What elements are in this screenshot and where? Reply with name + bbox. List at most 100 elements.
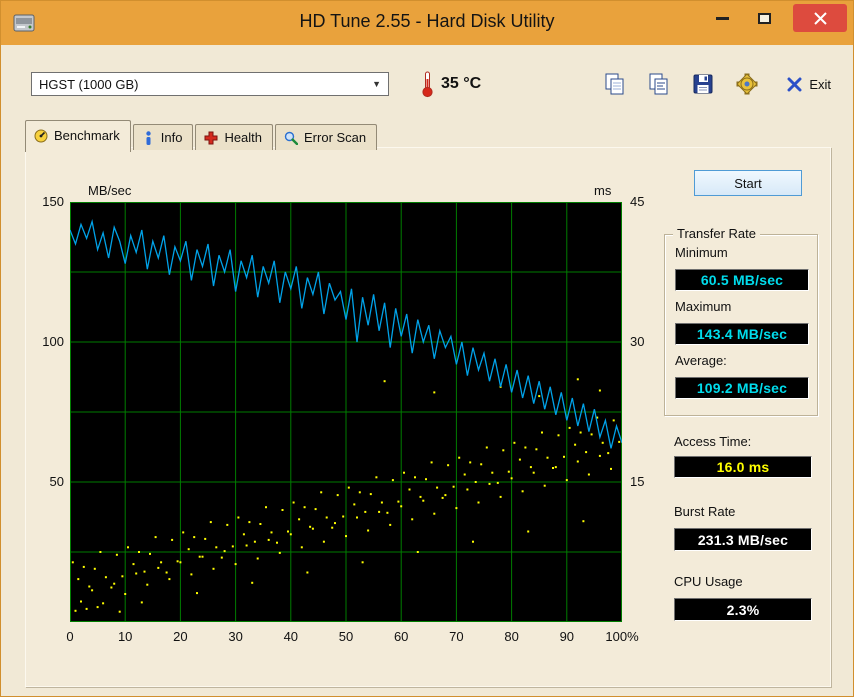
access-time-dot <box>513 441 516 444</box>
access-time-dot <box>364 510 367 513</box>
access-time-dot <box>452 485 455 488</box>
access-time-dot <box>303 506 306 509</box>
access-time-dot <box>576 460 579 463</box>
access-time-dot <box>124 593 127 595</box>
access-time-dot <box>196 592 198 595</box>
access-time-dot <box>309 525 312 528</box>
access-time-dot <box>204 537 207 540</box>
access-time-dot <box>306 571 309 574</box>
minimum-value-box: 60.5 MB/sec <box>675 269 809 291</box>
access-time-dot <box>77 578 80 581</box>
options-icon <box>736 73 758 95</box>
access-time-dot <box>93 567 96 570</box>
copy-screenshot-button[interactable] <box>601 71 629 97</box>
app-window: HD Tune 2.55 - Hard Disk Utility HGST (1… <box>0 0 854 697</box>
burst-rate-value: 231.3 MB/sec <box>697 531 789 548</box>
benchmark-chart <box>69 202 623 622</box>
left-axis-tick: 50 <box>49 474 64 489</box>
access-time-dot <box>568 426 571 429</box>
access-time-dot <box>496 481 499 484</box>
tab-label: Benchmark <box>54 128 120 143</box>
access-time-dot <box>416 551 419 553</box>
access-time-dot <box>193 536 196 539</box>
x-axis-tick: 80 <box>504 629 519 644</box>
average-label: Average: <box>675 353 727 368</box>
access-time-dot <box>96 606 99 609</box>
tab-health[interactable]: Health <box>195 124 274 150</box>
access-time-dot <box>408 488 411 491</box>
tab-benchmark[interactable]: Benchmark <box>25 120 131 152</box>
access-time-dot <box>590 433 593 436</box>
minimum-label: Minimum <box>675 245 728 260</box>
access-time-dot <box>334 522 336 525</box>
access-time-dot <box>529 466 532 469</box>
access-time-dot <box>375 476 378 479</box>
tab-strip: Benchmark Info Health Error Scan <box>25 120 379 152</box>
tab-label: Health <box>224 130 263 145</box>
access-time-dot <box>403 471 405 474</box>
access-time-value: 16.0 ms <box>716 459 770 475</box>
minimize-icon <box>715 16 729 20</box>
access-time-dot <box>102 602 105 605</box>
exit-button[interactable]: Exit <box>787 77 831 92</box>
copy-text-button[interactable] <box>645 71 673 97</box>
access-time-dot <box>121 575 124 578</box>
tab-info[interactable]: Info <box>132 124 194 150</box>
maximum-value-box: 143.4 MB/sec <box>675 323 809 345</box>
access-time-dot <box>554 466 557 469</box>
access-time-dot <box>386 511 389 514</box>
exit-x-icon <box>787 77 802 91</box>
access-time-dot <box>518 458 521 461</box>
start-button[interactable]: Start <box>694 170 802 196</box>
access-time-dot <box>546 456 549 459</box>
access-time-dot <box>524 446 527 449</box>
access-time-dot <box>441 496 444 499</box>
average-value: 109.2 MB/sec <box>696 380 788 396</box>
cpu-usage-value: 2.3% <box>726 601 760 618</box>
access-time-dot <box>198 555 201 558</box>
cpu-usage-value-box: 2.3% <box>674 598 812 621</box>
access-time-label: Access Time: <box>674 434 752 449</box>
access-time-dot <box>154 536 157 539</box>
access-time-dot <box>223 550 226 553</box>
access-time-dot <box>585 451 588 454</box>
access-time-dot <box>502 449 505 452</box>
access-time-dot <box>85 607 88 610</box>
access-time-dot <box>607 452 610 455</box>
drive-select[interactable]: HGST (1000 GB) ▼ <box>31 72 389 96</box>
minimize-button[interactable] <box>701 4 743 32</box>
access-time-dot <box>110 586 113 589</box>
access-time-dot <box>212 567 215 570</box>
access-time-dot <box>146 583 149 586</box>
access-time-dot <box>251 581 254 584</box>
access-time-dot <box>115 553 118 556</box>
access-time-dot <box>358 491 361 494</box>
access-time-dot <box>612 419 615 422</box>
maximize-button[interactable] <box>743 4 785 32</box>
x-axis-tick: 100% <box>605 629 639 644</box>
burst-rate-value-box: 231.3 MB/sec <box>674 528 812 551</box>
access-time-dot <box>389 523 392 526</box>
save-screenshot-button[interactable] <box>689 71 717 97</box>
access-time-dot <box>610 467 612 470</box>
access-time-dot <box>289 533 292 536</box>
access-time-dot <box>598 389 601 392</box>
access-time-dot <box>574 443 577 446</box>
access-time-dot <box>472 540 474 543</box>
x-axis-tick: 60 <box>393 629 409 644</box>
access-time-dot <box>278 551 281 554</box>
access-time-dot <box>444 494 447 497</box>
access-time-dot <box>576 378 579 381</box>
access-time-dot <box>485 446 488 449</box>
access-time-dot <box>314 508 317 511</box>
access-time-dot <box>143 570 146 573</box>
close-button[interactable] <box>793 4 847 32</box>
access-time-dot <box>552 467 554 469</box>
options-button[interactable] <box>733 71 761 97</box>
access-time-dot <box>135 572 138 575</box>
x-axis-tick: 50 <box>338 629 354 644</box>
tab-error-scan[interactable]: Error Scan <box>275 124 378 150</box>
access-time-dot <box>270 531 273 534</box>
access-time-dot <box>215 546 218 549</box>
access-time-dot <box>477 501 480 504</box>
